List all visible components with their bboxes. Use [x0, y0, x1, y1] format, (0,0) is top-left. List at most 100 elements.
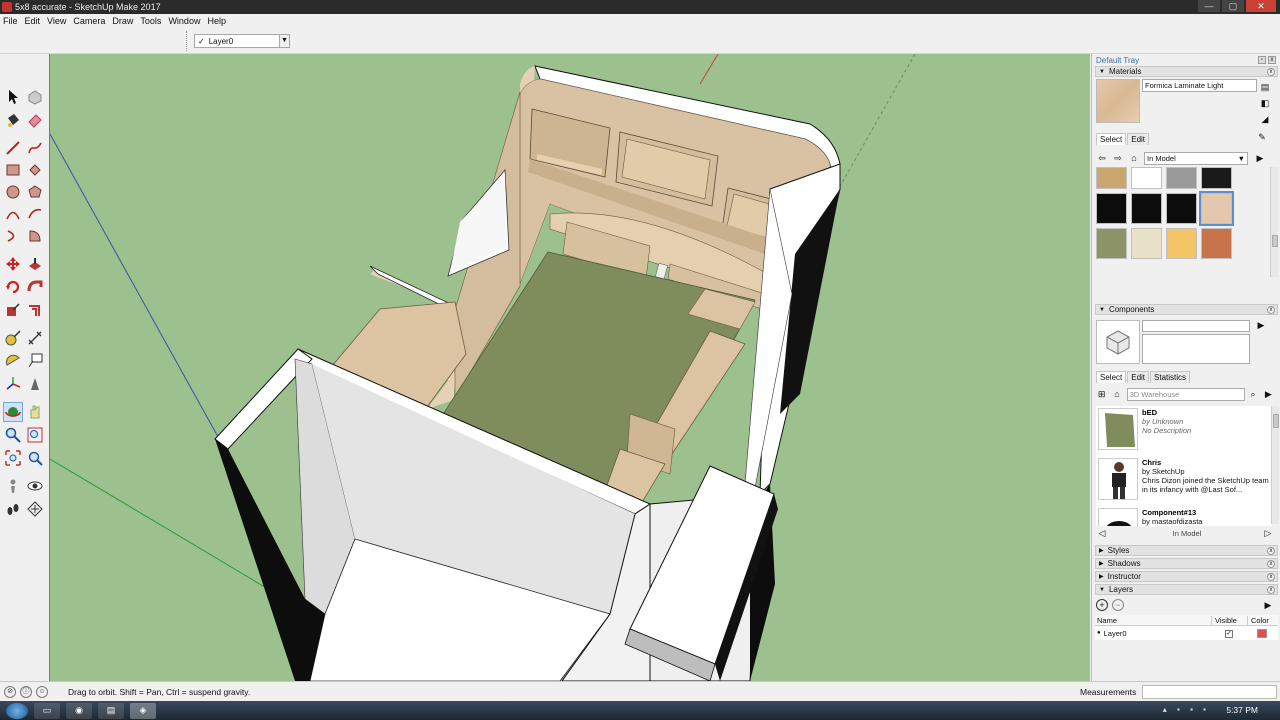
- forward-arrow-icon[interactable]: ⇨: [1112, 152, 1124, 164]
- orbit-icon[interactable]: [3, 402, 23, 422]
- dimensions-icon[interactable]: [25, 328, 45, 348]
- system-tray-icons[interactable]: ▴ ▪ ▪ ▪: [1163, 705, 1210, 714]
- panel-close-icon[interactable]: x: [1267, 573, 1275, 581]
- close-button[interactable]: ✕: [1246, 0, 1276, 12]
- look-around-icon[interactable]: [25, 476, 45, 496]
- scale-icon[interactable]: [3, 300, 23, 320]
- 3d-text-icon[interactable]: [25, 374, 45, 394]
- swatch-9[interactable]: [1096, 228, 1127, 259]
- instructor-panel-header[interactable]: ▶ Instructor x: [1095, 571, 1278, 582]
- rotate-icon[interactable]: [3, 277, 23, 297]
- swatch-1[interactable]: [1096, 167, 1127, 189]
- home-icon[interactable]: ⌂: [1111, 388, 1122, 400]
- paint-bucket-icon[interactable]: [3, 110, 23, 130]
- geo-location-icon[interactable]: ⊘: [4, 685, 16, 698]
- zoom-window-icon[interactable]: [25, 425, 45, 445]
- follow-me-icon[interactable]: [25, 277, 45, 297]
- components-tab-statistics[interactable]: Statistics: [1150, 371, 1191, 383]
- layers-panel-header[interactable]: ▼ Layers x: [1095, 584, 1278, 595]
- swatch-10[interactable]: [1131, 228, 1162, 259]
- delete-layer-icon[interactable]: −: [1112, 599, 1124, 611]
- warehouse-search-input[interactable]: 3D Warehouse: [1126, 387, 1246, 401]
- section-plane-icon[interactable]: [25, 499, 45, 519]
- pie-icon[interactable]: [25, 226, 45, 246]
- menu-window[interactable]: Window: [168, 16, 200, 26]
- table-row[interactable]: ● Layer0 ✓: [1095, 626, 1278, 640]
- details-arrow-icon[interactable]: ▶: [1254, 152, 1266, 164]
- zoom-icon[interactable]: [3, 425, 23, 445]
- push-pull-icon[interactable]: [25, 254, 45, 274]
- layer-dropdown[interactable]: ✓ Layer0 ▼: [194, 34, 290, 48]
- maximize-button[interactable]: ▢: [1222, 0, 1244, 12]
- menu-file[interactable]: File: [3, 16, 18, 26]
- previous-view-icon[interactable]: [25, 448, 45, 468]
- zoom-extents-icon[interactable]: [3, 448, 23, 468]
- three-point-arc-icon[interactable]: [3, 226, 23, 246]
- layer-visible-checkbox[interactable]: ✓: [1211, 628, 1247, 638]
- swatch-2[interactable]: [1131, 167, 1162, 189]
- eraser-icon[interactable]: [25, 110, 45, 130]
- materials-panel-header[interactable]: ▼ Materials x: [1095, 66, 1278, 77]
- swatch-11[interactable]: [1166, 228, 1197, 259]
- display-secondary-icon[interactable]: ◧: [1259, 97, 1271, 109]
- minimize-button[interactable]: —: [1198, 0, 1220, 12]
- layer-color-swatch[interactable]: [1247, 628, 1277, 638]
- eyedropper-icon[interactable]: ✎: [1256, 131, 1268, 143]
- swatch-12[interactable]: [1201, 228, 1232, 259]
- list-item[interactable]: bED by Unknown No Description: [1096, 406, 1272, 454]
- menu-view[interactable]: View: [47, 16, 66, 26]
- details-arrow-icon[interactable]: ▶: [1255, 319, 1267, 331]
- chrome-taskbar-icon[interactable]: ◉: [66, 702, 92, 719]
- menu-help[interactable]: Help: [207, 16, 226, 26]
- select-tool-icon[interactable]: [3, 87, 23, 107]
- polygon-icon[interactable]: [25, 182, 45, 202]
- components-tab-select[interactable]: Select: [1096, 371, 1127, 383]
- rotated-rectangle-icon[interactable]: [25, 160, 45, 180]
- shadows-panel-header[interactable]: ▶ Shadows x: [1095, 558, 1278, 569]
- panel-close-icon[interactable]: x: [1267, 560, 1275, 568]
- two-point-arc-icon[interactable]: [25, 204, 45, 224]
- panel-close-icon[interactable]: x: [1267, 547, 1275, 555]
- line-tool-icon[interactable]: [3, 138, 23, 158]
- tray-close-icon[interactable]: x: [1268, 56, 1276, 64]
- components-panel-header[interactable]: ▼ Components x: [1095, 304, 1278, 315]
- components-scrollbar[interactable]: [1271, 406, 1279, 524]
- freehand-icon[interactable]: [25, 138, 45, 158]
- chevron-down-icon[interactable]: ▼: [279, 35, 289, 47]
- menu-camera[interactable]: Camera: [73, 16, 105, 26]
- list-item[interactable]: Chris by SketchUp Chris Dizon joined the…: [1096, 456, 1272, 504]
- swatch-4[interactable]: [1201, 167, 1232, 189]
- back-arrow-icon[interactable]: ◁: [1096, 527, 1108, 539]
- materials-tab-edit[interactable]: Edit: [1127, 133, 1150, 145]
- protractor-icon[interactable]: [3, 351, 23, 371]
- offset-icon[interactable]: [25, 300, 45, 320]
- materials-scrollbar[interactable]: [1270, 167, 1278, 277]
- active-layer-radio-icon[interactable]: ●: [1097, 630, 1101, 636]
- panel-close-icon[interactable]: x: [1267, 586, 1275, 594]
- menu-edit[interactable]: Edit: [25, 16, 41, 26]
- list-item[interactable]: Component#13 by mastaofdizasta: [1096, 506, 1272, 526]
- axes-icon[interactable]: [3, 374, 23, 394]
- component-description-field[interactable]: [1142, 334, 1250, 364]
- details-arrow-icon[interactable]: ▶: [1263, 388, 1274, 400]
- make-component-icon[interactable]: [25, 87, 45, 107]
- component-name-field[interactable]: [1142, 320, 1250, 332]
- swatch-selected[interactable]: [1199, 191, 1234, 226]
- swatch-5[interactable]: [1096, 193, 1127, 224]
- add-layer-icon[interactable]: +: [1096, 599, 1108, 611]
- credits-icon[interactable]: ⓘ: [20, 685, 32, 698]
- create-material-icon[interactable]: ▤: [1259, 81, 1271, 93]
- tape-measure-icon[interactable]: [3, 328, 23, 348]
- modeling-viewport[interactable]: [49, 54, 1090, 681]
- materials-tab-select[interactable]: Select: [1096, 133, 1127, 145]
- start-button[interactable]: [6, 702, 28, 719]
- search-icon[interactable]: ⌕: [1247, 388, 1258, 400]
- move-icon[interactable]: [3, 254, 23, 274]
- swatch-7[interactable]: [1166, 193, 1197, 224]
- walk-icon[interactable]: [3, 499, 23, 519]
- panel-close-icon[interactable]: x: [1267, 306, 1275, 314]
- measurements-input[interactable]: [1142, 685, 1277, 699]
- rectangle-icon[interactable]: [3, 160, 23, 180]
- sketchup-taskbar-icon[interactable]: ◈: [130, 702, 156, 719]
- position-camera-icon[interactable]: [3, 476, 23, 496]
